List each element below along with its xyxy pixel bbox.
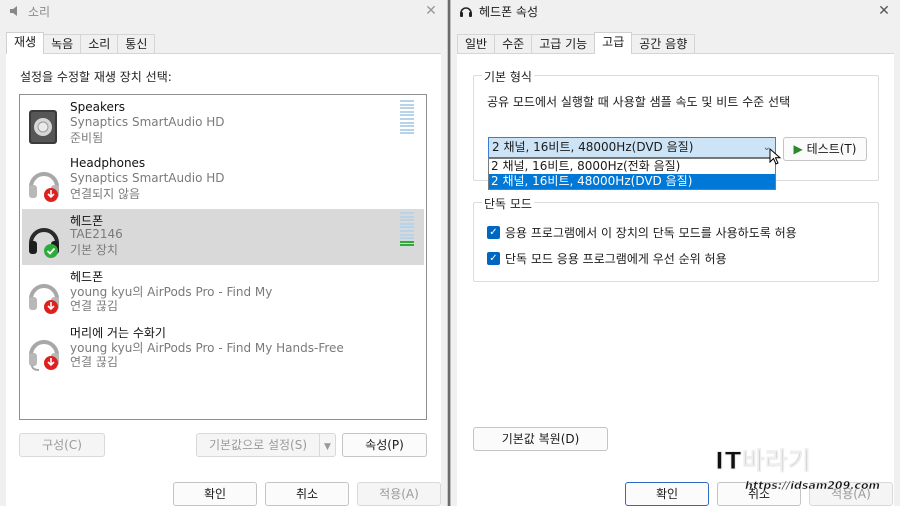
speaker-icon: [29, 110, 57, 144]
watermark-url: https://idsam209.com: [745, 479, 880, 493]
tab-sounds[interactable]: 소리: [80, 34, 119, 54]
list-item-headphones[interactable]: Headphones Synaptics SmartAudio HD 연결되지 …: [22, 153, 424, 209]
watermark-text: IT바라기: [715, 447, 812, 476]
dropdown-option[interactable]: 2 채널, 16비트, 8000Hz(전화 음질): [489, 159, 775, 174]
headphones-disconnected-icon: [29, 172, 59, 202]
headphones-disconnected-icon: [29, 284, 59, 314]
device-driver: Synaptics SmartAudio HD: [70, 171, 225, 185]
watermark-logo: IT바라기 https://idsam209.com: [715, 441, 900, 506]
restore-defaults-button[interactable]: 기본값 복원(D): [473, 427, 608, 451]
close-button[interactable]: ✕: [421, 1, 441, 21]
tab-communications[interactable]: 통신: [117, 34, 156, 54]
device-name: Headphones: [70, 156, 146, 170]
device-status: 기본 장치: [70, 243, 118, 257]
tab-advanced[interactable]: 고급: [594, 32, 633, 54]
headset-disconnected-icon: [29, 340, 59, 371]
volume-level-meter: [400, 100, 414, 140]
group-title: 단독 모드: [482, 195, 534, 212]
tab-general[interactable]: 일반: [457, 34, 496, 54]
ok-button[interactable]: 확인: [625, 482, 709, 506]
tab-strip: 재생 녹음 소리 통신: [6, 32, 156, 54]
set-default-button[interactable]: 기본값으로 설정(S): [196, 433, 320, 457]
apply-button[interactable]: 적용(A): [357, 482, 441, 506]
list-item-headphones-tae2146[interactable]: 헤드폰 TAE2146 기본 장치: [22, 209, 424, 265]
test-button-label: 테스트(T): [806, 142, 857, 156]
exclusive-mode-group: 단독 모드: [473, 195, 879, 282]
test-button[interactable]: ▶ 테스트(T): [783, 137, 867, 161]
device-list[interactable]: Speakers Synaptics SmartAudio HD 준비됨 Hea…: [19, 94, 427, 420]
cancel-button[interactable]: 취소: [265, 482, 349, 506]
instruction-label: 설정을 수정할 재생 장치 선택:: [20, 70, 172, 84]
headphones-app-icon: [460, 7, 472, 17]
sample-rate-value: 2 채널, 16비트, 48000Hz(DVD 음질): [492, 140, 694, 154]
play-icon: ▶: [793, 142, 803, 156]
tab-levels[interactable]: 수준: [494, 34, 533, 54]
chevron-down-icon: ▼: [324, 442, 331, 452]
device-driver: TAE2146: [70, 227, 123, 241]
tab-spatial-sound[interactable]: 공간 음향: [631, 34, 696, 54]
group-title: 기본 형식: [482, 68, 534, 85]
tab-recording[interactable]: 녹음: [43, 34, 82, 54]
mouse-cursor-icon: [769, 148, 782, 165]
format-description: 공유 모드에서 실행할 때 사용할 샘플 속도 및 비트 수준 선택: [487, 95, 791, 109]
list-item-speakers[interactable]: Speakers Synaptics SmartAudio HD 준비됨: [22, 97, 424, 153]
device-status: 연결되지 않음: [70, 187, 141, 201]
list-item-airpods-headphones[interactable]: 헤드폰 young kyu의 AirPods Pro - Find My 연결 …: [22, 265, 424, 321]
device-driver: Synaptics SmartAudio HD: [70, 115, 225, 129]
device-status: 연결 끊김: [70, 355, 118, 369]
title-bar: 헤드폰 속성 ✕: [451, 0, 900, 22]
speaker-app-icon: [10, 6, 17, 16]
device-status: 연결 끊김: [70, 299, 118, 313]
tab-strip: 일반 수준 고급 기능 고급 공간 음향: [457, 32, 696, 54]
sample-rate-dropdown-list: 2 채널, 16비트, 8000Hz(전화 음질) 2 채널, 16비트, 48…: [488, 158, 776, 190]
device-status: 준비됨: [70, 131, 104, 145]
window-title: 헤드폰 속성: [479, 5, 539, 19]
ok-button[interactable]: 확인: [173, 482, 257, 506]
exclusive-priority-checkbox[interactable]: ✓: [487, 252, 500, 265]
headphones-properties-dialog: 헤드폰 속성 ✕ 일반 수준 고급 기능 고급 공간 음향 기본 형식 공유 모…: [450, 0, 900, 506]
list-item-airpods-handsfree[interactable]: 머리에 거는 수화기 young kyu의 AirPods Pro - Find…: [22, 321, 424, 377]
tab-playback[interactable]: 재생: [6, 32, 45, 54]
set-default-dropdown[interactable]: ▼: [319, 433, 336, 457]
sound-dialog: 소리 ✕ 재생 녹음 소리 통신 설정을 수정할 재생 장치 선택: Speak…: [0, 0, 448, 506]
close-button[interactable]: ✕: [874, 1, 894, 21]
allow-exclusive-label: 응용 프로그램에서 이 장치의 단독 모드를 사용하도록 허용: [505, 226, 797, 240]
properties-button[interactable]: 속성(P): [342, 433, 427, 457]
volume-level-meter: [400, 212, 414, 252]
title-bar: 소리 ✕: [0, 0, 447, 22]
playback-panel: 설정을 수정할 재생 장치 선택: Speakers Synaptics Sma…: [6, 53, 441, 506]
tab-enhancements[interactable]: 고급 기능: [531, 34, 596, 54]
window-title: 소리: [28, 5, 51, 19]
exclusive-priority-label: 단독 모드 응용 프로그램에게 우선 순위 허용: [505, 252, 727, 266]
headphones-default-icon: [29, 228, 59, 258]
allow-exclusive-checkbox[interactable]: ✓: [487, 226, 500, 239]
sample-rate-select[interactable]: 2 채널, 16비트, 48000Hz(DVD 음질) ⌄: [488, 137, 776, 158]
configure-button[interactable]: 구성(C): [19, 433, 105, 457]
dropdown-option-selected[interactable]: 2 채널, 16비트, 48000Hz(DVD 음질): [489, 174, 775, 189]
device-name: Speakers: [70, 100, 126, 114]
advanced-panel: 기본 형식 공유 모드에서 실행할 때 사용할 샘플 속도 및 비트 수준 선택…: [457, 53, 894, 506]
